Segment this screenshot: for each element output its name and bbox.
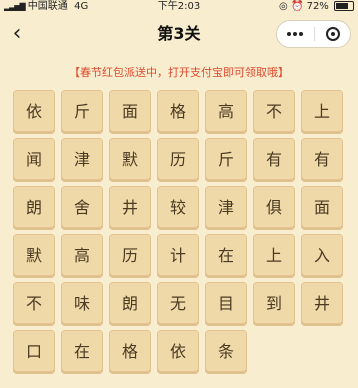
char-tile[interactable]: 依 xyxy=(157,330,199,372)
miniprogram-capsule xyxy=(276,20,351,48)
promo-notice[interactable]: 【春节红包派送中，打开支付宝即可领取哦】 xyxy=(0,64,358,82)
alarm-icon: ⏰ xyxy=(290,1,304,12)
char-tile[interactable]: 在 xyxy=(205,234,247,276)
char-tile[interactable]: 入 xyxy=(301,234,343,276)
char-tile[interactable]: 较 xyxy=(157,186,199,228)
char-tile[interactable]: 面 xyxy=(109,90,151,132)
char-tile[interactable]: 格 xyxy=(109,330,151,372)
char-tile[interactable]: 朗 xyxy=(13,186,55,228)
char-tile[interactable]: 格 xyxy=(157,90,199,132)
char-tile[interactable]: 依 xyxy=(13,90,55,132)
battery-label: 72% xyxy=(306,1,329,12)
more-dot-icon xyxy=(299,32,303,36)
more-dot-icon xyxy=(287,32,291,36)
char-tile[interactable]: 口 xyxy=(13,330,55,372)
char-tile[interactable]: 井 xyxy=(301,282,343,324)
more-button[interactable] xyxy=(277,21,314,47)
char-tile[interactable]: 井 xyxy=(109,186,151,228)
char-tile[interactable]: 默 xyxy=(13,234,55,276)
char-tile[interactable]: 计 xyxy=(157,234,199,276)
char-tile[interactable]: 斤 xyxy=(61,90,103,132)
char-tile[interactable]: 在 xyxy=(61,330,103,372)
char-tile[interactable]: 上 xyxy=(301,90,343,132)
char-tile[interactable]: 闻 xyxy=(13,138,55,180)
char-tile[interactable]: 目 xyxy=(205,282,247,324)
char-tile[interactable]: 斤 xyxy=(205,138,247,180)
char-tile[interactable]: 条 xyxy=(205,330,247,372)
char-tile[interactable]: 舍 xyxy=(61,186,103,228)
battery-icon xyxy=(334,1,354,11)
char-tile[interactable]: 不 xyxy=(253,90,295,132)
char-tile[interactable]: 不 xyxy=(13,282,55,324)
close-button[interactable] xyxy=(315,21,351,47)
char-tile[interactable]: 历 xyxy=(157,138,199,180)
char-tile[interactable]: 津 xyxy=(61,138,103,180)
lock-rotation-icon: ◎ xyxy=(279,1,288,12)
status-right: ◎ ⏰ 72% xyxy=(279,0,354,14)
status-bar: ▂▃▅▇ 中国联通 4G 下午2:03 ◎ ⏰ 72% xyxy=(0,0,358,14)
char-tile[interactable]: 俱 xyxy=(253,186,295,228)
char-tile[interactable]: 味 xyxy=(61,282,103,324)
char-tile[interactable]: 默 xyxy=(109,138,151,180)
char-tile[interactable]: 朗 xyxy=(109,282,151,324)
char-tile[interactable]: 高 xyxy=(61,234,103,276)
character-grid: 依斤面格高不上闻津默历斤有有朗舍井较津俱面默高历计在上入不味朗无目到井口在格依条 xyxy=(13,90,345,380)
more-dot-icon xyxy=(293,32,297,36)
char-tile[interactable]: 高 xyxy=(205,90,247,132)
nav-bar: ‹ 第3关 xyxy=(0,14,358,54)
char-tile[interactable]: 有 xyxy=(301,138,343,180)
char-tile[interactable]: 历 xyxy=(109,234,151,276)
char-tile[interactable]: 无 xyxy=(157,282,199,324)
close-circle-icon xyxy=(326,27,340,41)
char-tile[interactable]: 面 xyxy=(301,186,343,228)
char-tile[interactable]: 津 xyxy=(205,186,247,228)
char-tile[interactable]: 有 xyxy=(253,138,295,180)
char-tile[interactable]: 上 xyxy=(253,234,295,276)
char-tile[interactable]: 到 xyxy=(253,282,295,324)
battery-fill xyxy=(336,3,348,9)
